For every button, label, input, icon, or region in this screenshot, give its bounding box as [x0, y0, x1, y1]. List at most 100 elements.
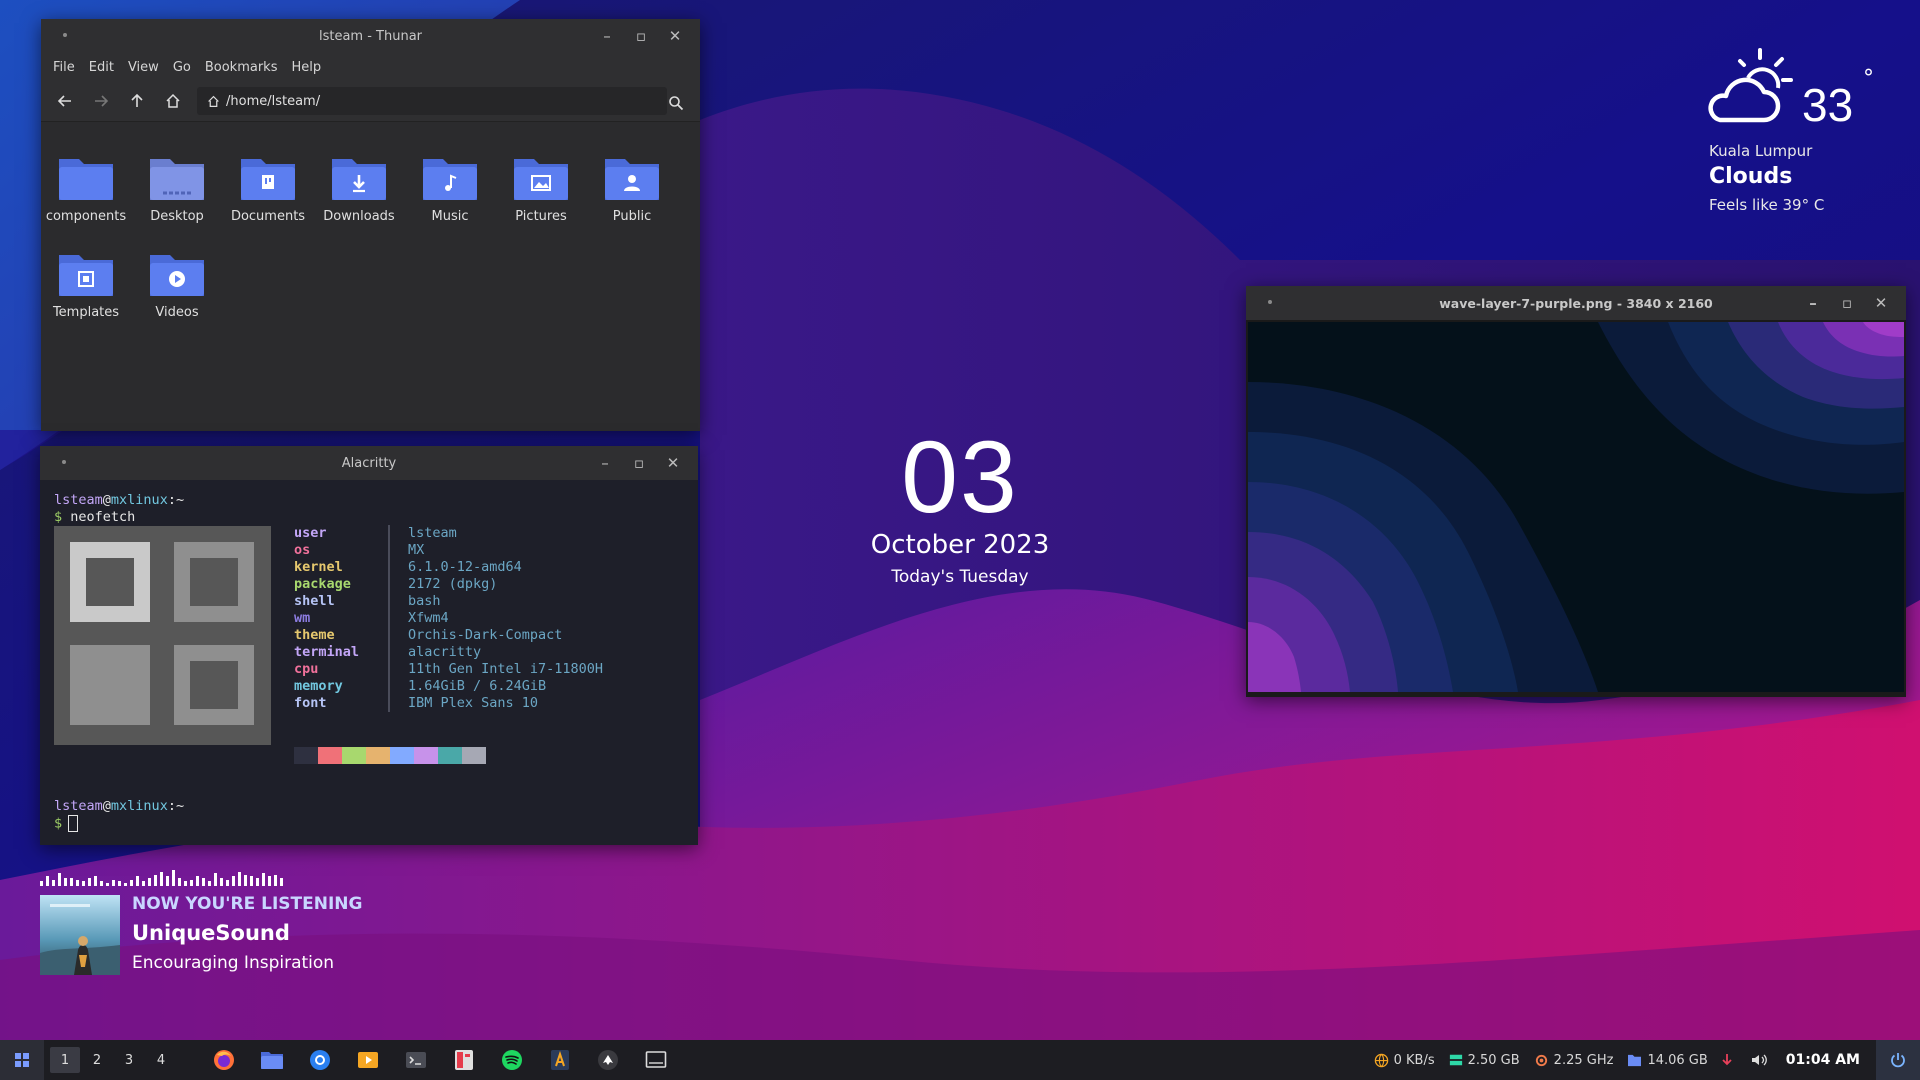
- clock-widget: 03 October 2023 Today's Tuesday: [860, 420, 1060, 588]
- maximize-button[interactable]: ▫: [622, 446, 656, 480]
- visualizer-bar: [106, 883, 109, 886]
- file-item[interactable]: Pictures: [496, 153, 586, 224]
- browser-icon: [310, 1050, 330, 1070]
- window-menu-icon[interactable]: [1268, 300, 1272, 304]
- maximize-button[interactable]: ▫: [624, 19, 658, 53]
- arrow-left-icon: [57, 95, 71, 107]
- file-item[interactable]: Templates: [41, 249, 131, 320]
- music-folder-icon: [423, 159, 477, 200]
- visualizer-bar: [70, 878, 73, 886]
- text-editor-icon: [551, 1050, 569, 1070]
- clock-day: 03: [901, 420, 1019, 534]
- back-button[interactable]: [47, 83, 83, 119]
- maximize-button[interactable]: ▫: [1830, 286, 1864, 320]
- visualizer-bar: [100, 881, 103, 886]
- info-separator: [388, 627, 390, 644]
- prompt-cwd: :~: [167, 492, 185, 508]
- network-speed-value: 0 KB/s: [1393, 1052, 1435, 1068]
- app-launcher[interactable]: [440, 1040, 488, 1080]
- file-item[interactable]: Desktop: [132, 153, 222, 224]
- inkscape-launcher[interactable]: [584, 1040, 632, 1080]
- spotify-launcher[interactable]: [488, 1040, 536, 1080]
- window-menu-icon[interactable]: [63, 33, 67, 37]
- arrow-right-icon: [95, 95, 109, 107]
- taskbar-apps: [200, 1040, 680, 1080]
- file-item[interactable]: Downloads: [314, 153, 404, 224]
- files-launcher[interactable]: [248, 1040, 296, 1080]
- window-title: Alacritty: [341, 455, 397, 471]
- text-editor-launcher[interactable]: [536, 1040, 584, 1080]
- file-manager-titlebar[interactable]: lsteam - Thunar – ▫ ✕: [41, 19, 700, 53]
- clock-time[interactable]: 01:04 AM: [1786, 1052, 1860, 1068]
- minimize-button[interactable]: –: [588, 446, 622, 480]
- visualizer-bar: [196, 876, 199, 886]
- display-launcher[interactable]: [632, 1040, 680, 1080]
- image-preview[interactable]: [1248, 322, 1904, 692]
- disk-usage[interactable]: 14.06 GB: [1627, 1052, 1708, 1068]
- firefox-launcher[interactable]: [200, 1040, 248, 1080]
- network-speed[interactable]: 0 KB/s: [1374, 1053, 1435, 1068]
- music-player-widget: NOW YOU'RE LISTENING UniqueSound Encoura…: [40, 870, 460, 980]
- menu-file[interactable]: File: [53, 60, 75, 75]
- terminal-titlebar[interactable]: Alacritty – ▫ ✕: [40, 446, 698, 480]
- close-button[interactable]: ✕: [1864, 286, 1898, 320]
- prompt-user: lsteam: [54, 492, 103, 508]
- info-key: user: [294, 525, 327, 541]
- palette-swatch: [366, 747, 390, 764]
- browser-launcher[interactable]: [296, 1040, 344, 1080]
- start-menu-button[interactable]: [0, 1040, 44, 1080]
- visualizer-bar: [232, 876, 235, 886]
- home-button[interactable]: [155, 83, 191, 119]
- prompt-symbol: $: [54, 509, 63, 525]
- file-item[interactable]: Public: [587, 153, 677, 224]
- memory-usage[interactable]: 2.50 GB: [1449, 1053, 1520, 1068]
- menu-edit[interactable]: Edit: [89, 60, 114, 75]
- close-button[interactable]: ✕: [656, 446, 690, 480]
- file-name: Pictures: [515, 209, 567, 224]
- logo-square: [174, 645, 254, 725]
- cpu-frequency[interactable]: 2.25 GHz: [1534, 1053, 1613, 1068]
- minimize-button[interactable]: –: [1796, 286, 1830, 320]
- album-cover[interactable]: [40, 895, 120, 975]
- window-menu-icon[interactable]: [62, 460, 66, 464]
- location-bar[interactable]: /home/lsteam/: [197, 87, 667, 115]
- terminal-prompt[interactable]: lsteam@mxlinux:~ $: [54, 798, 184, 833]
- app-icon: [455, 1050, 473, 1070]
- info-separator: [388, 576, 390, 593]
- search-button[interactable]: [658, 85, 694, 121]
- song-title: UniqueSound: [132, 921, 290, 945]
- menu-bookmarks[interactable]: Bookmarks: [205, 60, 278, 75]
- terminal-launcher[interactable]: [392, 1040, 440, 1080]
- volume-control[interactable]: [1751, 1053, 1772, 1067]
- workspace-1[interactable]: 1: [50, 1047, 80, 1073]
- taskbar: 1 2 3 4 0 KB/s 2.50 GB 2.25 GHz 14.06 GB…: [0, 1040, 1920, 1080]
- file-item[interactable]: Videos: [132, 249, 222, 320]
- file-item[interactable]: Music: [405, 153, 495, 224]
- disk-usage-value: 14.06 GB: [1647, 1052, 1708, 1068]
- forward-button[interactable]: [83, 83, 119, 119]
- up-button[interactable]: [119, 83, 155, 119]
- close-button[interactable]: ✕: [658, 19, 692, 53]
- home-icon: [207, 95, 220, 108]
- minimize-button[interactable]: –: [590, 19, 624, 53]
- updates-indicator[interactable]: [1722, 1053, 1737, 1067]
- folder-icon: [1628, 1054, 1642, 1066]
- visualizer-bar: [238, 872, 241, 886]
- arrow-up-icon: [131, 93, 143, 107]
- prompt-host: mxlinux: [110, 798, 168, 814]
- info-separator: [388, 661, 390, 678]
- info-separator: [388, 695, 390, 712]
- file-item[interactable]: components: [41, 153, 131, 224]
- menu-go[interactable]: Go: [173, 60, 191, 75]
- file-item[interactable]: Documents: [223, 153, 313, 224]
- menu-view[interactable]: View: [128, 60, 159, 75]
- image-viewer-titlebar[interactable]: wave-layer-7-purple.png - 3840 x 2160 – …: [1246, 286, 1906, 320]
- workspace-3[interactable]: 3: [114, 1047, 144, 1073]
- workspace-2[interactable]: 2: [82, 1047, 112, 1073]
- terminal-window[interactable]: Alacritty – ▫ ✕ lsteam@mxlinux:~ $ neofe…: [40, 446, 698, 845]
- media-player-launcher[interactable]: [344, 1040, 392, 1080]
- menu-help[interactable]: Help: [291, 60, 321, 75]
- media-player-icon: [358, 1052, 378, 1068]
- workspace-4[interactable]: 4: [146, 1047, 176, 1073]
- power-button[interactable]: [1876, 1040, 1920, 1080]
